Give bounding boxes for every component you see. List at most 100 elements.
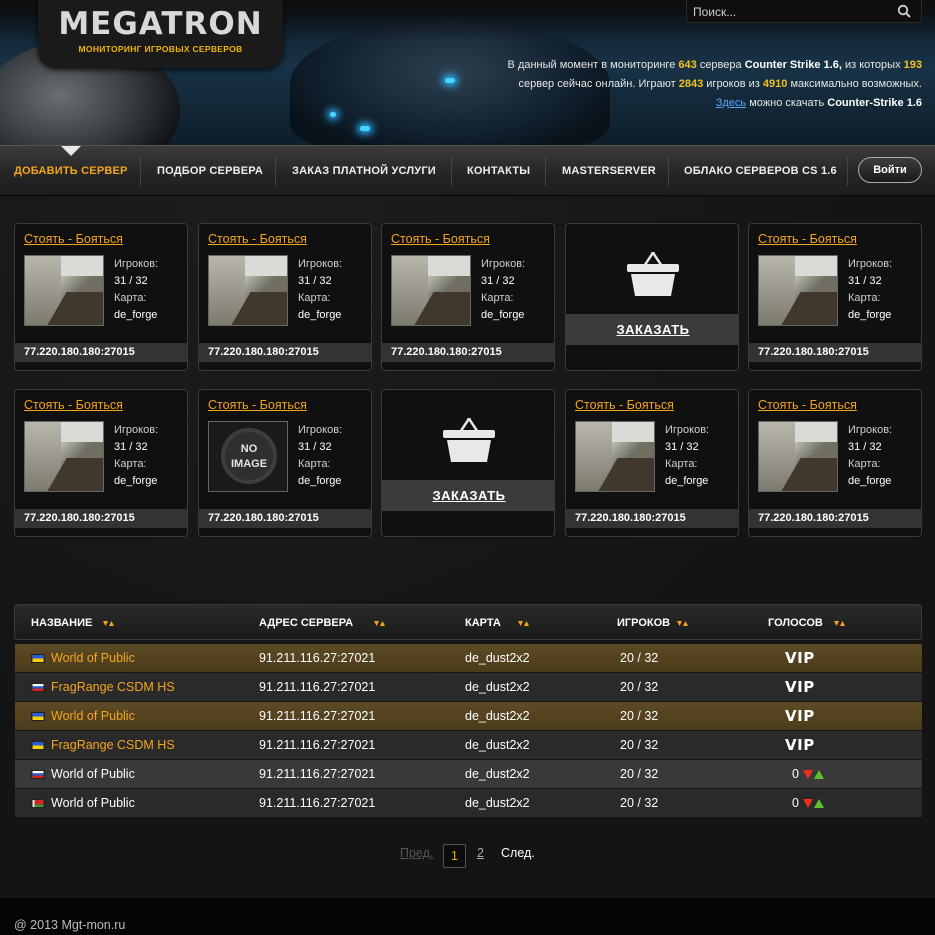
server-ip: 77.220.180.180:27015 [382,343,554,362]
order-slot-card[interactable]: ЗАКАЗАТЬ [565,223,739,371]
server-card: Стоять - Бояться Игроков: 31 / 32 Карта:… [748,223,922,371]
server-card-title[interactable]: Стоять - Бояться [208,398,307,412]
nav-server-search[interactable]: ПОДБОР СЕРВЕРА [157,146,263,196]
server-name[interactable]: World of Public [51,760,135,789]
vote-count: 0 [792,767,799,781]
nav-add-server[interactable]: ДОБАВИТЬ СЕРВЕР [14,146,128,196]
no-image-thumbnail[interactable]: NO IMAGE [208,421,288,492]
table-row[interactable]: FragRange CSDM HS 91.211.116.27:27021 de… [15,673,922,701]
logo-title: MEGATRON [58,6,263,42]
table-row[interactable]: World of Public 91.211.116.27:27021 de_d… [15,789,922,817]
col-name[interactable]: НАЗВАНИЕ [31,605,115,641]
table-row[interactable]: World of Public 91.211.116.27:27021 de_d… [15,702,922,730]
sort-icon[interactable] [517,619,530,627]
sort-icon[interactable] [677,619,689,627]
col-address[interactable]: АДРЕС СЕРВЕРА [259,605,386,641]
server-card: Стоять - Бояться NO IMAGE Игроков: 31 / … [198,389,372,537]
server-card-title[interactable]: Стоять - Бояться [575,398,674,412]
server-card-title[interactable]: Стоять - Бояться [758,398,857,412]
vip-badge: VIP [785,736,815,754]
server-card-title[interactable]: Стоять - Бояться [758,232,857,246]
server-card-title[interactable]: Стоять - Бояться [391,232,490,246]
search-box [686,0,922,23]
vip-badge: VIP [785,678,815,696]
table-row[interactable]: World of Public 91.211.116.27:27021 de_d… [15,760,922,788]
server-name[interactable]: FragRange CSDM HS [51,731,175,760]
download-link[interactable]: Здесь [716,97,746,109]
flag-by-icon [31,799,45,808]
map-thumbnail[interactable] [758,421,838,492]
sort-icon[interactable] [374,619,386,627]
col-map[interactable]: КАРТА [465,605,530,641]
sort-icon[interactable] [103,619,115,627]
map-thumbnail[interactable] [391,255,471,326]
order-button[interactable]: ЗАКАЗАТЬ [382,480,554,511]
players-count: 31 / 32 [848,275,882,287]
map-thumbnail[interactable] [758,255,838,326]
logo[interactable]: MEGATRON МОНИТОРИНГ ИГРОВЫХ СЕРВЕРОВ [38,0,283,68]
server-address: 91.211.116.27:27021 [259,738,376,752]
map-name: de_forge [298,475,342,487]
server-name[interactable]: World of Public [51,702,135,731]
server-address: 91.211.116.27:27021 [259,767,376,781]
order-button[interactable]: ЗАКАЗАТЬ [566,314,738,345]
players-count: 31 / 32 [114,441,148,453]
col-players[interactable]: ИГРОКОВ [617,605,689,641]
mask-light [330,112,336,117]
vote-down-icon[interactable] [802,770,813,780]
server-card-title[interactable]: Стоять - Бояться [24,232,123,246]
table-row[interactable]: World of Public 91.211.116.27:27021 de_d… [15,644,922,672]
server-map: de_dust2x2 [465,796,530,810]
vote-up-icon[interactable] [813,770,824,780]
nav-server-cloud[interactable]: ОБЛАКО СЕРВЕРОВ CS 1.6 [684,146,837,196]
server-ip: 77.220.180.180:27015 [199,343,371,362]
search-icon[interactable] [897,4,911,18]
search-input[interactable] [693,3,893,20]
pagination-page-2[interactable]: 2 [477,846,484,860]
order-slot-card[interactable]: ЗАКАЗАТЬ [381,389,555,537]
pagination-next[interactable]: След. [501,846,535,860]
basket-icon [443,418,495,462]
map-thumbnail[interactable] [208,255,288,326]
server-name[interactable]: FragRange CSDM HS [51,673,175,702]
nav-masterserver[interactable]: MASTERSERVER [562,146,656,196]
nav-paid-services[interactable]: ЗАКАЗ ПЛАТНОЙ УСЛУГИ [292,146,436,196]
flag-ua-icon [31,712,45,721]
pagination-page-1[interactable]: 1 [443,844,466,868]
map-thumbnail[interactable] [24,255,104,326]
vote-down-icon[interactable] [802,799,813,809]
no-image-icon: NO IMAGE [221,428,277,484]
pagination-prev[interactable]: Пред. [400,846,433,860]
server-ip: 77.220.180.180:27015 [566,509,738,528]
server-map: de_dust2x2 [465,651,530,665]
sort-icon[interactable] [833,619,846,627]
col-votes[interactable]: ГОЛОСОВ [768,605,846,641]
vote-up-icon[interactable] [813,799,824,809]
map-name: de_forge [114,309,158,321]
players-count: 31 / 32 [848,441,882,453]
table-row[interactable]: FragRange CSDM HS 91.211.116.27:27021 de… [15,731,922,759]
players-count: 31 / 32 [481,275,515,287]
server-players: 20 / 32 [620,796,659,810]
vote-cell: 0 [792,760,824,789]
login-button[interactable]: Войти [858,157,922,183]
server-name[interactable]: World of Public [51,789,135,818]
server-name[interactable]: World of Public [51,644,135,673]
server-address: 91.211.116.27:27021 [259,680,376,694]
players-count: 31 / 32 [665,441,699,453]
flag-ru-icon [31,683,45,692]
map-name: de_forge [481,309,525,321]
server-card-title[interactable]: Стоять - Бояться [24,398,123,412]
footer-copyright: @ 2013 Mgt-mon.ru [14,918,126,932]
map-name: de_forge [298,309,342,321]
map-name: de_forge [848,309,892,321]
server-card-title[interactable]: Стоять - Бояться [208,232,307,246]
server-card: Стоять - Бояться Игроков: 31 / 32 Карта:… [748,389,922,537]
server-ip: 77.220.180.180:27015 [749,509,921,528]
server-players: 20 / 32 [620,709,659,723]
nav-contacts[interactable]: КОНТАКТЫ [467,146,530,196]
map-thumbnail[interactable] [575,421,655,492]
server-card: Стоять - Бояться Игроков: 31 / 32 Карта:… [14,389,188,537]
server-address: 91.211.116.27:27021 [259,651,376,665]
map-thumbnail[interactable] [24,421,104,492]
